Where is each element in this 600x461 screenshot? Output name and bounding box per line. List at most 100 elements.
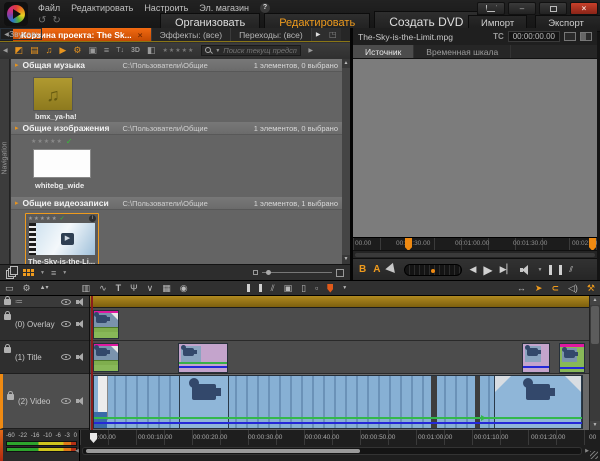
scroll-up-icon[interactable]: ▲ bbox=[342, 59, 350, 68]
popout-icon[interactable]: ◳ bbox=[325, 28, 341, 41]
volume-icon[interactable] bbox=[520, 265, 530, 274]
play-overlay-icon[interactable]: ▶ bbox=[61, 233, 74, 245]
search-icon[interactable] bbox=[205, 47, 212, 54]
scroll-down-icon[interactable]: ▼ bbox=[342, 255, 350, 264]
image-item-thumbnail[interactable] bbox=[33, 149, 91, 178]
jog-shuttle[interactable] bbox=[404, 264, 462, 276]
audio-mixer-icon[interactable]: ▥ bbox=[82, 284, 91, 293]
lock-icon[interactable] bbox=[4, 347, 11, 353]
volume-keyframe-icon[interactable]: ∨ bbox=[147, 284, 154, 293]
camera-snapshot-icon[interactable]: ▣ bbox=[284, 284, 293, 293]
mark-in-button[interactable] bbox=[549, 265, 552, 275]
zoom-slider[interactable] bbox=[262, 272, 332, 273]
title-clip-4[interactable] bbox=[559, 343, 585, 373]
scroll-left-icon[interactable]: ◀ bbox=[75, 448, 79, 455]
opacity-line[interactable] bbox=[94, 422, 582, 424]
eye-icon[interactable] bbox=[61, 321, 71, 327]
undo-icon[interactable]: ↺ bbox=[38, 15, 46, 26]
play-button[interactable]: ▶ bbox=[483, 264, 492, 276]
library-scrollbar[interactable]: ▲ ▼ bbox=[342, 59, 350, 264]
timeline-ruler[interactable]: 0:00.00 00:00:10.00 00:00:20.00 00:00:30… bbox=[80, 430, 600, 445]
maximize-button[interactable] bbox=[539, 2, 567, 15]
razor-split-icon[interactable]: ⫽ bbox=[271, 284, 275, 293]
title-clip-2[interactable] bbox=[178, 343, 228, 373]
video-item-selected[interactable]: ★★★★★ ✓ i ▶ The-Sky-is-the-Li... bbox=[25, 213, 99, 264]
track-size-dropdown-icon[interactable]: ▲▾ bbox=[40, 285, 49, 291]
preview-scrollbar[interactable] bbox=[353, 250, 597, 258]
sort-icon[interactable]: T↓ bbox=[116, 47, 124, 54]
title-editor-icon[interactable]: T bbox=[116, 284, 122, 293]
lane-video[interactable] bbox=[90, 374, 589, 430]
preview-screen[interactable] bbox=[353, 59, 597, 237]
timeline-playhead[interactable] bbox=[91, 296, 93, 430]
3d-filter-icon[interactable]: 3D bbox=[131, 47, 140, 54]
gear-icon[interactable]: ⚙ bbox=[23, 284, 31, 293]
film-icon[interactable]: ▦ bbox=[162, 284, 171, 293]
scroll-up-icon[interactable]: ▲ bbox=[590, 296, 600, 305]
b-roll-button[interactable]: B bbox=[359, 264, 366, 275]
speaker-icon[interactable] bbox=[76, 353, 85, 361]
search-scope-dropdown-icon[interactable]: ▼ bbox=[215, 48, 220, 54]
timecode-field[interactable]: 00:00:00.00 bbox=[508, 31, 560, 42]
thumbnail-view-button[interactable] bbox=[23, 269, 34, 276]
section-expand-icon[interactable]: ▸ bbox=[15, 124, 19, 132]
track-header-overlay[interactable]: (0) Overlay bbox=[0, 308, 89, 341]
cart-icon[interactable] bbox=[477, 2, 505, 15]
wrench-settings-icon[interactable]: ⚒ bbox=[587, 284, 595, 293]
section-expand-icon[interactable]: ▸ bbox=[15, 61, 19, 69]
playhead-handle[interactable] bbox=[90, 433, 97, 443]
zoom-slider-handle[interactable] bbox=[266, 270, 271, 275]
video-clip[interactable] bbox=[93, 375, 583, 429]
minimize-button[interactable]: – bbox=[508, 2, 536, 15]
disc-menu-icon[interactable]: ◉ bbox=[180, 284, 188, 293]
zoom-in-icon[interactable] bbox=[336, 269, 344, 277]
tag-filter-icon[interactable]: ◧ bbox=[147, 46, 156, 55]
scenes-icon[interactable] bbox=[6, 267, 17, 279]
section-header-images[interactable]: ▸ Общие изображения C:\Пользователи\Общи… bbox=[11, 122, 342, 135]
browse-folder-icon[interactable]: ▣ bbox=[88, 46, 97, 55]
rating-stars-icon[interactable]: ★★★★★ bbox=[28, 216, 58, 222]
add-marker-icon[interactable] bbox=[327, 284, 333, 293]
rating-filter-stars-icon[interactable]: ★★★★★ bbox=[162, 47, 194, 54]
eye-icon[interactable] bbox=[61, 398, 71, 404]
split-clip-icon[interactable]: ⫽ bbox=[569, 266, 573, 274]
timeline-vscrollbar[interactable]: ▲ ▼ bbox=[589, 296, 600, 430]
lock-icon[interactable] bbox=[7, 394, 14, 400]
videos-icon[interactable]: ▶ bbox=[59, 46, 66, 55]
speaker-icon[interactable] bbox=[76, 320, 85, 328]
scroll-down-icon[interactable]: ▼ bbox=[590, 421, 600, 430]
track-header-title[interactable]: (1) Title bbox=[0, 341, 89, 374]
tab-effects[interactable]: Эффекты: (все) bbox=[152, 28, 231, 41]
toolbar-back-icon[interactable]: ◀ bbox=[3, 48, 8, 54]
music-item-thumbnail[interactable]: ♫ bbox=[33, 77, 73, 111]
tab-scroll-right-icon[interactable]: ▶ bbox=[312, 28, 325, 41]
dual-preview-icon[interactable] bbox=[580, 32, 592, 41]
section-header-videos[interactable]: ▸ Общие видеозаписи C:\Пользователи\Общи… bbox=[11, 197, 342, 210]
list-view-dropdown-icon[interactable]: ▼ bbox=[62, 270, 67, 276]
view-options-icon[interactable]: ≡ bbox=[104, 46, 109, 55]
audio-scrub-icon[interactable]: ◁) bbox=[568, 284, 578, 293]
lane-overlay[interactable] bbox=[90, 308, 589, 341]
tab-source[interactable]: Источник bbox=[353, 45, 414, 58]
close-button[interactable]: × bbox=[570, 2, 598, 15]
a-roll-button[interactable]: A bbox=[373, 264, 380, 275]
trash-icon[interactable]: ▯ bbox=[301, 284, 306, 293]
eye-icon[interactable] bbox=[61, 354, 71, 360]
fit-timeline-icon[interactable]: ↔ bbox=[517, 284, 526, 293]
eye-icon[interactable] bbox=[61, 299, 71, 305]
rating-stars-icon[interactable]: ★★★★★ bbox=[31, 138, 63, 145]
resize-grip[interactable] bbox=[590, 451, 598, 459]
send-to-timeline-icon[interactable]: ➤ bbox=[535, 284, 543, 293]
music-icon[interactable]: ♫ bbox=[46, 46, 53, 55]
thumbnail-view-dropdown-icon[interactable]: ▼ bbox=[40, 270, 45, 276]
photos-icon[interactable]: ▤ bbox=[30, 46, 39, 55]
grab-frame-icon[interactable]: ▫ bbox=[315, 284, 318, 293]
section-expand-icon[interactable]: ▸ bbox=[15, 199, 19, 207]
title-clip-3[interactable] bbox=[522, 343, 550, 373]
lane-title[interactable] bbox=[90, 341, 589, 374]
undock-preview-icon[interactable] bbox=[564, 32, 576, 41]
voiceover-mic-icon[interactable]: Ψ bbox=[130, 284, 138, 293]
magnet-snap-icon[interactable]: ∿ bbox=[99, 284, 107, 293]
section-header-music[interactable]: ▸ Общая музыка C:\Пользователи\Общие 1 э… bbox=[11, 59, 342, 72]
menu-file[interactable]: Файл bbox=[38, 3, 60, 13]
